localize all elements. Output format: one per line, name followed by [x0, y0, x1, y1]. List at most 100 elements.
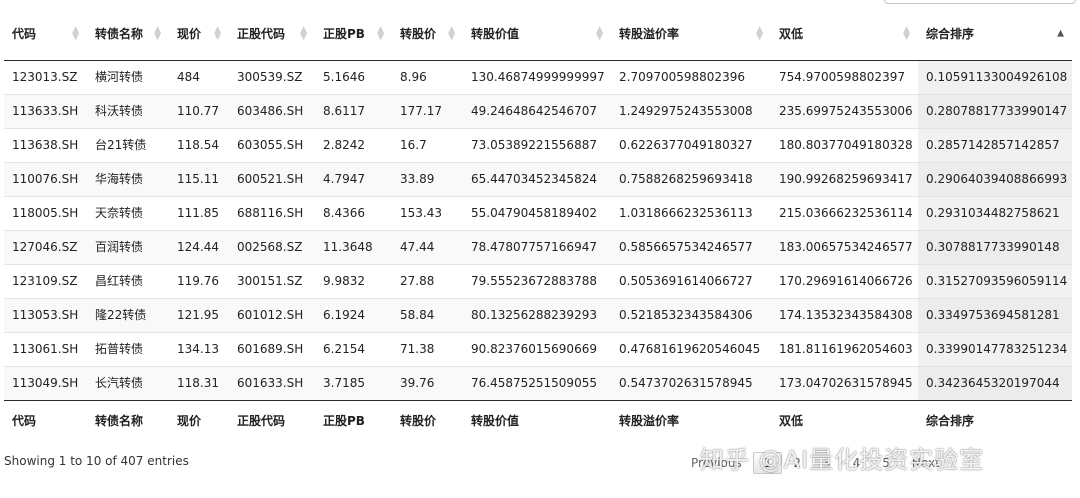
table-cell: 118005.SH	[4, 196, 87, 231]
column-header-6[interactable]: 转股价值 ▲ ▼	[463, 8, 611, 61]
table-body: 123013.SZ 横河转债 484 300539.SZ 5.1646 8.96 130.4…	[4, 60, 1072, 401]
table-cell: 昌红转债	[87, 264, 169, 299]
table-cell: 153.43	[392, 196, 463, 231]
table-row[interactable]: 110076.SH 华海转债 115.11 600521.SH 4.7947 33.89 6…	[4, 162, 1072, 197]
table-cell: 170.29691614066726	[771, 264, 918, 299]
table-cell: 110076.SH	[4, 162, 87, 197]
sort-icon: ▲ ▼	[756, 26, 763, 42]
table-cell: 111.85	[169, 196, 229, 231]
column-header-label: 转股价	[400, 27, 437, 41]
column-header-4[interactable]: 正股PB ▲ ▼	[315, 8, 392, 61]
sort-icon: ▲ ▼	[903, 26, 910, 42]
table-cell: 134.13	[169, 332, 229, 367]
table-cell: 601633.SH	[229, 366, 315, 401]
table-row[interactable]: 113638.SH 台21转债 118.54 603055.SH 2.8242 16.7 7…	[4, 128, 1072, 163]
watermark: 知乎 @AI量化投资实验室	[700, 446, 985, 474]
table-cell: 1.2492975243553008	[611, 94, 771, 129]
table-cell: 0.29064039408866993	[918, 162, 1072, 197]
sort-icon: ▲ ▼	[596, 26, 603, 42]
table-cell: 190.99268259693417	[771, 162, 918, 197]
sort-icon: ▲ ▼	[448, 26, 455, 42]
table-cell: 8.4366	[315, 196, 392, 231]
column-header-5[interactable]: 转股价 ▲ ▼	[392, 8, 463, 61]
column-header-label: 转股溢价率	[619, 27, 680, 41]
table-row[interactable]: 113053.SH 隆22转债 121.95 601012.SH 6.1924 58.84…	[4, 298, 1072, 333]
column-header-label: 双低	[779, 27, 804, 41]
sort-icon: ▲ ▼	[377, 26, 384, 42]
table-cell: 百润转债	[87, 230, 169, 265]
table-footer-row: 代码 转债名称 现价 正股代码 正股PB 转股价 转股价值 转股溢价率 双低 综合排序	[4, 400, 1072, 439]
table-row[interactable]: 123109.SZ 昌红转债 119.76 300151.SZ 9.9832 27.88 7…	[4, 264, 1072, 299]
table-cell: 90.82376015690669	[463, 332, 611, 367]
column-header-7[interactable]: 转股溢价率 ▲ ▼	[611, 8, 771, 61]
table-cell: 601012.SH	[229, 298, 315, 333]
table-cell: 0.2857142857142857	[918, 128, 1072, 163]
table-cell: 0.5473702631578945	[611, 366, 771, 401]
table-cell: 拓普转债	[87, 332, 169, 367]
column-header-label: 综合排序	[926, 27, 975, 41]
footer-header-9: 综合排序	[918, 400, 1072, 439]
table-row[interactable]: 113049.SH 长汽转债 118.31 601633.SH 3.7185 39.76 7…	[4, 366, 1072, 401]
table-cell: 71.38	[392, 332, 463, 367]
table-cell: 110.77	[169, 94, 229, 129]
table-cell: 横河转债	[95, 70, 144, 84]
table-cell: 0.3423645320197044	[918, 366, 1072, 401]
table-cell: 9.9832	[315, 264, 392, 299]
table-cell: 0.47681619620546045	[611, 332, 771, 367]
table-cell: 16.7	[392, 128, 463, 163]
column-header-0[interactable]: 代码 ▲ ▼	[4, 8, 87, 61]
column-header-label: 正股PB	[323, 27, 365, 41]
table-cell: 0.2931034482758621	[918, 196, 1072, 231]
column-header-2[interactable]: 现价 ▲ ▼	[169, 8, 229, 61]
table-cell: 300151.SZ	[229, 264, 315, 299]
table-row[interactable]: 118005.SH 天奈转债 111.85 688116.SH 8.4366 153.43…	[4, 196, 1072, 231]
footer-header-4: 正股PB	[315, 400, 392, 439]
table-cell: 8.6117	[315, 94, 392, 129]
column-header-label: 正股代码	[237, 27, 286, 41]
table-cell: 121.95	[169, 298, 229, 333]
table-cell: 113049.SH	[4, 366, 87, 401]
column-header-label: 转债名称	[95, 27, 144, 41]
footer-header-6: 转股价值	[463, 400, 611, 439]
table-cell: 4.7947	[315, 162, 392, 197]
column-header-label: 代码	[12, 27, 37, 41]
table-row[interactable]: 127046.SZ 百润转债 124.44 002568.SZ 11.3648 47.44…	[4, 230, 1072, 265]
footer-header-1: 转债名称	[87, 400, 169, 439]
column-header-1[interactable]: 转债名称 ▲ ▼	[87, 8, 169, 61]
table-row[interactable]: 123013.SZ 横河转债 484 300539.SZ 5.1646 8.96 130.4…	[4, 60, 1072, 95]
table-cell: 0.10591133004926108	[918, 60, 1072, 95]
table-cell: 300539.SZ	[237, 70, 303, 84]
sort-down-icon: ▼	[903, 32, 910, 42]
table-cell: 0.6226377049180327	[611, 128, 771, 163]
table-cell: 130.46874999999997	[471, 70, 605, 84]
column-header-8[interactable]: 双低 ▲ ▼	[771, 8, 918, 61]
column-header-9[interactable]: 综合排序 ▲	[918, 8, 1072, 61]
table-cell: 0.5053691614066727	[611, 264, 771, 299]
table-cell: 33.89	[392, 162, 463, 197]
table-cell: 73.05389221556887	[463, 128, 611, 163]
footer-header-0: 代码	[4, 400, 87, 439]
table-cell: 39.76	[392, 366, 463, 401]
table-cell: 0.28078817733990147	[918, 94, 1072, 129]
table-cell: 0.31527093596059114	[918, 264, 1072, 299]
table-cell: 0.3078817733990148	[918, 230, 1072, 265]
table-cell: 1.0318666232536113	[611, 196, 771, 231]
table-header-row: 代码 ▲ ▼ 转债名称 ▲ ▼ 现价 ▲ ▼ 正股代码 ▲ ▼ 正股PB ▲ ▼ 转股价 ▲ ▼ 转股价值 ▲ ▼ 转股溢…	[4, 8, 1072, 61]
table-cell: 0.5856657534246577	[611, 230, 771, 265]
table-cell: 天奈转债	[87, 196, 169, 231]
sort-down-icon: ▼	[448, 32, 455, 42]
table-cell: 002568.SZ	[229, 230, 315, 265]
table-cell: 65.44703452345824	[463, 162, 611, 197]
table-row[interactable]: 113633.SH 科沃转债 110.77 603486.SH 8.6117 177.17…	[4, 94, 1072, 129]
search-input-edge[interactable]	[884, 0, 1076, 4]
sort-down-icon: ▼	[377, 32, 384, 42]
table-cell: 58.84	[392, 298, 463, 333]
table-cell: 180.80377049180328	[771, 128, 918, 163]
table-cell: 127046.SZ	[4, 230, 87, 265]
table-cell: 181.81161962054603	[771, 332, 918, 367]
table-cell: 235.69975243553006	[771, 94, 918, 129]
table-row[interactable]: 113061.SH 拓普转债 134.13 601689.SH 6.2154 71.38 9…	[4, 332, 1072, 367]
table-cell: 2.709700598802396	[619, 70, 745, 84]
table-cell: 49.24648642546707	[463, 94, 611, 129]
column-header-3[interactable]: 正股代码 ▲ ▼	[229, 8, 315, 61]
